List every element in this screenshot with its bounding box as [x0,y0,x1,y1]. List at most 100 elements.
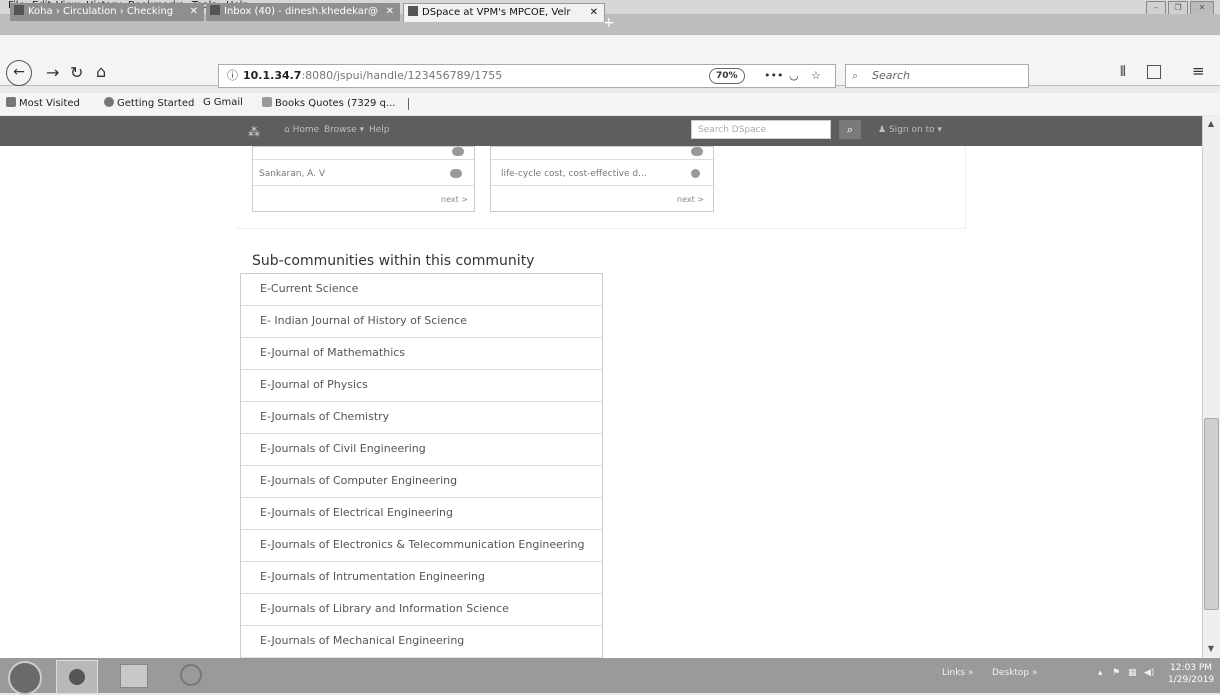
count-badge [691,147,703,156]
sign-on-link[interactable]: ♟ Sign on to ▾ [878,125,942,135]
list-item[interactable]: E- Indian Journal of History of Science [241,306,602,338]
bookmark-books-quotes[interactable]: Books Quotes (7329 q... [262,97,395,109]
tab-inbox[interactable]: Inbox (40) - dinesh.khedekar@ ✕ [206,3,400,21]
list-item[interactable]: E-Current Science [241,274,602,306]
search-icon: ⌕ [852,69,859,82]
home-icon: ⌂ [284,125,290,135]
subcommunities-list: E-Current Science E- Indian Journal of H… [240,273,603,660]
next-link[interactable]: next > [441,195,468,204]
goodreads-icon [262,97,272,107]
koha-icon [14,5,24,15]
close-tab-icon[interactable]: ✕ [590,4,598,22]
user-icon: ♟ [878,125,887,135]
gear-icon [6,97,16,107]
list-item[interactable]: E-Journal of Mathemathics [241,338,602,370]
dspace-search-input[interactable]: Search DSpace [691,120,831,139]
back-button[interactable]: ← [6,60,32,86]
bookmarks-divider [408,98,409,110]
window-controls: – ❐ ✕ [1146,1,1214,15]
search-input[interactable]: ⌕ Search [845,64,1029,88]
clock-date: 1/29/2019 [1168,675,1215,685]
close-tab-icon[interactable]: ✕ [190,3,198,21]
firefox-icon [104,97,114,107]
flag-icon[interactable]: ⚑ [1112,668,1120,678]
tab-dspace[interactable]: DSpace at VPM's MPCOE, Velr ✕ [403,3,605,22]
subcommunities-heading: Sub-communities within this community [252,253,535,269]
author-entry[interactable]: Sankaran, A. V [259,169,325,179]
list-item[interactable]: E-Journals of Electronics & Telecommunic… [241,530,602,562]
subject-entry[interactable]: life-cycle cost, cost-effective d... [501,169,647,179]
tab-label: Inbox (40) - dinesh.khedekar@ [224,6,379,17]
list-item[interactable]: E-Journal of Physics [241,370,602,402]
taskbar-ie-icon[interactable] [180,664,202,686]
network-icon[interactable]: ▦ [1128,668,1137,678]
list-item[interactable]: E-Journals of Computer Engineering [241,466,602,498]
minimize-button[interactable]: – [1146,1,1166,15]
bookmarks-toolbar: Most Visited Getting Started G Gmail Book… [0,93,1220,115]
forward-button[interactable]: → [46,63,59,82]
dspace-search-button[interactable]: ⌕ [839,120,861,139]
list-item[interactable]: E-Journals of Chemistry [241,402,602,434]
taskbar-explorer-icon[interactable] [120,664,148,688]
panel-divider [491,185,713,186]
mail-icon [210,5,220,15]
info-icon[interactable]: ⓘ [227,65,238,87]
show-hidden-icons[interactable]: ▴ [1098,668,1103,678]
nav-help[interactable]: Help [369,125,390,135]
list-item[interactable]: E-Journals of Civil Engineering [241,434,602,466]
tab-koha[interactable]: Koha › Circulation › Checking ✕ [10,3,204,21]
url-bar[interactable]: ⓘ 10.1.34.7:8080/jspui/handle/123456789/… [218,64,836,88]
nav-home[interactable]: ⌂ Home [284,125,319,135]
firefox-icon [69,669,85,685]
panel-divider [253,159,474,160]
desktop-toolbar[interactable]: Desktop » [992,668,1038,678]
subject-panel: life-cycle cost, cost-effective d... nex… [490,146,714,212]
search-placeholder: Search [872,69,911,82]
volume-icon[interactable]: ◀) [1144,668,1154,678]
scrollbar-thumb[interactable] [1204,418,1219,610]
dspace-header [0,116,1202,146]
count-badge [450,169,462,178]
bookmark-most-visited[interactable]: Most Visited [6,97,80,109]
new-tab-icon[interactable]: + [603,16,617,30]
list-item[interactable]: E-Journals of Library and Information Sc… [241,594,602,626]
google-icon: G [203,97,211,108]
tab-label: Koha › Circulation › Checking [28,6,174,17]
nav-browse[interactable]: Browse ▾ [324,125,364,135]
author-panel: Sankaran, A. V next > [252,146,475,212]
count-badge [691,169,700,178]
count-badge [452,147,464,156]
library-icon[interactable]: ⫴ [1120,64,1126,80]
close-window-button[interactable]: ✕ [1190,1,1214,15]
home-icon[interactable]: ⌂ [96,62,106,81]
zoom-level-button[interactable]: 70% [709,68,745,84]
scroll-up-icon[interactable]: ▲ [1205,119,1217,131]
links-toolbar[interactable]: Links » [942,668,974,678]
clock-time: 12:03 PM [1170,663,1213,673]
bookmark-star-icon[interactable]: ☆ [811,65,821,87]
sidebar-icon[interactable] [1147,65,1161,79]
panel-divider [491,159,713,160]
pocket-icon[interactable]: ◡ [789,65,799,87]
close-tab-icon[interactable]: ✕ [386,3,394,21]
dspace-logo-icon[interactable]: ⁂ [248,125,260,139]
list-item[interactable]: E-Journals of Electrical Engineering [241,498,602,530]
reload-button[interactable]: ↻ [70,63,83,82]
clock[interactable]: 12:03 PM 1/29/2019 [1168,662,1214,686]
search-icon: ⌕ [846,123,854,136]
menu-icon[interactable]: ≡ [1192,62,1205,80]
panel-divider [253,185,474,186]
maximize-button[interactable]: ❐ [1168,1,1188,15]
taskbar-firefox-button[interactable] [56,660,98,694]
url-text: 10.1.34.7:8080/jspui/handle/123456789/17… [243,69,503,82]
tab-label: DSpace at VPM's MPCOE, Velr [422,7,571,18]
list-item[interactable]: E-Journals of Intrumentation Engineering [241,562,602,594]
dspace-icon [408,6,418,16]
bookmark-getting-started[interactable]: Getting Started [104,97,194,109]
list-item[interactable]: E-Journals of Mechanical Engineering [241,626,602,658]
bookmark-gmail[interactable]: G Gmail [203,97,243,108]
scroll-down-icon[interactable]: ▼ [1205,644,1217,656]
start-button[interactable] [8,661,42,695]
more-actions-icon[interactable]: ••• [764,65,783,87]
next-link[interactable]: next > [677,195,704,204]
